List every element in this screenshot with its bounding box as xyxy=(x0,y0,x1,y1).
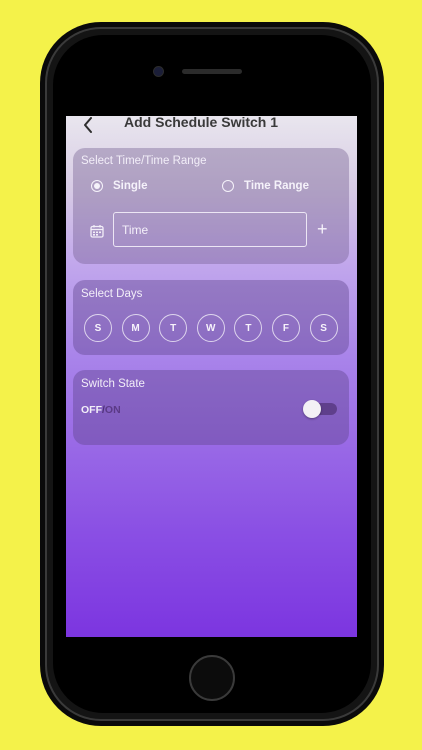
day-button-sunday[interactable]: S xyxy=(84,314,112,342)
radio-selected-icon xyxy=(91,180,103,192)
home-button[interactable] xyxy=(189,655,235,701)
radio-unselected-icon xyxy=(222,180,234,192)
day-button-saturday[interactable]: S xyxy=(309,314,338,342)
switch-state-toggle[interactable] xyxy=(303,400,337,418)
header: Add Schedule Switch 1 xyxy=(66,116,357,146)
on-label: ON xyxy=(104,404,121,416)
off-label: OFF xyxy=(81,404,102,416)
plus-icon[interactable]: + xyxy=(317,219,328,239)
off-on-label: OFF/ON xyxy=(81,404,121,416)
app-screen: Add Schedule Switch 1 Select Time/Time R… xyxy=(66,116,357,637)
days-selection-card: Select Days S M T W T F S xyxy=(73,280,349,355)
chevron-left-icon xyxy=(84,117,92,133)
radio-single[interactable]: Single xyxy=(91,180,148,192)
page-title: Add Schedule Switch 1 xyxy=(124,116,279,130)
day-button-monday[interactable]: M xyxy=(121,314,150,342)
radio-single-label: Single xyxy=(113,180,148,192)
time-card-title: Select Time/Time Range xyxy=(81,155,207,167)
toggle-knob xyxy=(303,400,321,418)
calendar-icon[interactable] xyxy=(90,224,104,238)
day-button-friday[interactable]: F xyxy=(271,314,300,342)
radio-time-range[interactable]: Time Range xyxy=(222,180,309,192)
day-button-thursday[interactable]: T xyxy=(234,314,263,342)
time-selection-card: Select Time/Time Range Single Time Range… xyxy=(73,148,349,264)
time-input-placeholder: Time xyxy=(122,223,149,237)
switch-card-title: Switch State xyxy=(81,378,145,390)
days-card-title: Select Days xyxy=(81,288,143,300)
back-button[interactable] xyxy=(76,116,100,137)
day-picker: S M T W T F S xyxy=(84,314,338,342)
day-button-tuesday[interactable]: T xyxy=(159,314,188,342)
time-input[interactable]: Time xyxy=(113,212,307,247)
front-camera xyxy=(154,67,163,76)
day-button-wednesday[interactable]: W xyxy=(196,314,225,342)
earpiece-speaker xyxy=(182,69,242,74)
switch-state-card: Switch State OFF/ON xyxy=(73,370,349,445)
radio-time-range-label: Time Range xyxy=(244,180,309,192)
